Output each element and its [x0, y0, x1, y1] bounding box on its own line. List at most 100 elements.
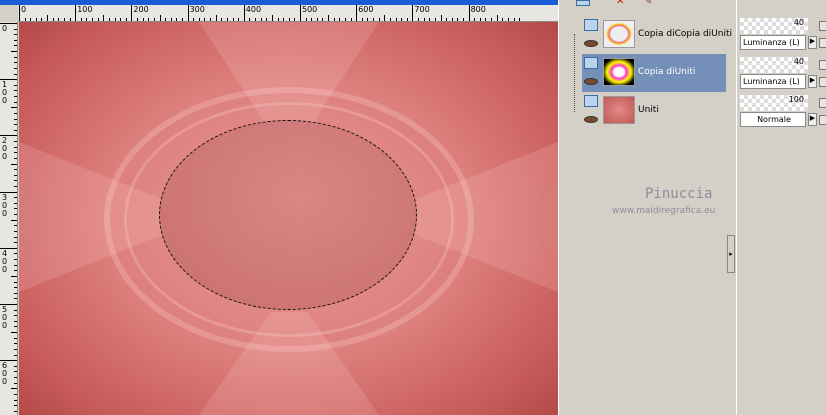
ruler-tick [14, 112, 17, 114]
ruler-tick [14, 174, 17, 176]
ruler-tick [513, 18, 515, 21]
opacity-slider[interactable]: 40 [740, 18, 808, 34]
ruler-tick [131, 5, 133, 21]
ruler-tick [14, 180, 17, 182]
blend-mode-select[interactable]: Luminanza (L) [740, 74, 806, 89]
ruler-tick [14, 287, 17, 289]
ruler-tick [350, 18, 352, 21]
layer-name: Uniti [638, 105, 659, 115]
layer-row[interactable]: Uniti [582, 92, 726, 130]
opacity-slider[interactable]: 40 [740, 57, 808, 73]
ruler-tick [75, 5, 77, 21]
ruler-tick [14, 309, 17, 311]
ruler-tick [418, 18, 420, 21]
visibility-eye-icon[interactable] [584, 116, 598, 123]
ruler-tick [176, 18, 178, 21]
ruler-tick [277, 18, 279, 21]
ruler-tick [14, 157, 17, 159]
ruler-tick [339, 18, 341, 21]
ruler-tick [14, 399, 17, 401]
visibility-eye-icon[interactable] [584, 40, 598, 47]
ruler-tick [215, 15, 217, 21]
ruler-tick [47, 15, 49, 21]
ruler-label: 300 [189, 5, 205, 14]
ruler-tick [0, 23, 17, 24]
ruler-tick [311, 18, 313, 21]
ruler-tick [14, 197, 17, 199]
ruler-tick [210, 18, 212, 21]
ruler-tick [14, 39, 17, 41]
ruler-tick [451, 18, 453, 21]
ruler-tick [69, 18, 71, 21]
collapse-panel-button[interactable]: ▸ [727, 235, 735, 273]
ruler-tick [24, 18, 26, 21]
ruler-tick [14, 326, 17, 328]
ruler-label: 6 0 0 [2, 361, 8, 387]
layer-icon [584, 57, 598, 69]
ruler-tick [14, 208, 17, 210]
layer-icon [584, 95, 598, 107]
layer-row[interactable]: Copia diCopia diUniti [582, 16, 732, 54]
watermark-name: Pinuccia [645, 186, 713, 202]
mask-icon[interactable]: ✎ [644, 0, 652, 7]
ruler-tick [14, 169, 17, 171]
ellipse-selection[interactable] [159, 120, 417, 310]
ruler-tick [283, 18, 285, 21]
ruler-tick [232, 18, 234, 21]
blend-dropdown-arrow[interactable]: ▶ [808, 75, 817, 88]
ruler-tick [92, 18, 94, 21]
ruler-tick [423, 18, 425, 21]
blend-mode-select[interactable]: Normale [740, 112, 806, 127]
ruler-tick [0, 247, 17, 249]
layer-icon [584, 19, 598, 31]
ruler-tick [14, 118, 17, 120]
watermark-url: www.maidiregrafica.eu [612, 206, 716, 216]
lock-icon[interactable] [819, 60, 826, 70]
ruler-tick [316, 18, 318, 21]
ruler-tick [14, 225, 17, 227]
ruler-label: 400 [245, 5, 262, 14]
ruler-tick [137, 18, 139, 21]
ruler-tick [204, 18, 206, 21]
ruler-tick [271, 15, 273, 21]
ruler-tick [491, 18, 493, 21]
ruler-tick [86, 18, 88, 21]
group-connector [574, 34, 578, 112]
lock-icon[interactable] [819, 21, 826, 31]
ruler-tick [288, 18, 290, 21]
layers-list: Copia diCopia diUniti Copia diUniti Unit… [574, 12, 732, 132]
ruler-tick [221, 18, 223, 21]
ruler-tick [496, 15, 498, 21]
link-icon[interactable] [819, 38, 826, 48]
ruler-tick [0, 304, 17, 305]
link-icon[interactable] [819, 115, 826, 125]
scrollbar[interactable] [558, 0, 568, 415]
ruler-tick [384, 15, 386, 21]
ruler-tick [63, 18, 65, 21]
ruler-tick [507, 18, 509, 21]
ruler-tick [249, 18, 251, 21]
visibility-eye-icon[interactable] [584, 78, 598, 85]
blend-dropdown-arrow[interactable]: ▶ [808, 36, 817, 49]
ruler-tick [14, 146, 17, 148]
ruler-tick [14, 320, 17, 322]
image-canvas[interactable] [19, 22, 558, 415]
blend-mode-select[interactable]: Luminanza (L) [740, 35, 806, 50]
ruler-tick [41, 18, 43, 21]
ruler-tick [14, 73, 17, 75]
lock-icon[interactable] [819, 98, 826, 108]
ruler-tick [14, 315, 17, 317]
ruler-tick [502, 18, 504, 21]
ruler-tick [440, 15, 442, 21]
opacity-slider[interactable]: 100 [740, 95, 808, 111]
ruler-tick [52, 18, 54, 21]
layer-row[interactable]: Copia diUniti [582, 54, 726, 92]
blend-dropdown-arrow[interactable]: ▶ [808, 113, 817, 126]
ruler-tick [11, 51, 17, 53]
new-layer-icon[interactable] [576, 0, 590, 6]
delete-layer-icon[interactable]: ✕ [616, 0, 624, 7]
ruler-tick [14, 365, 17, 367]
ruler-tick [266, 18, 268, 21]
ruler-tick [103, 15, 105, 21]
link-icon[interactable] [819, 77, 826, 87]
